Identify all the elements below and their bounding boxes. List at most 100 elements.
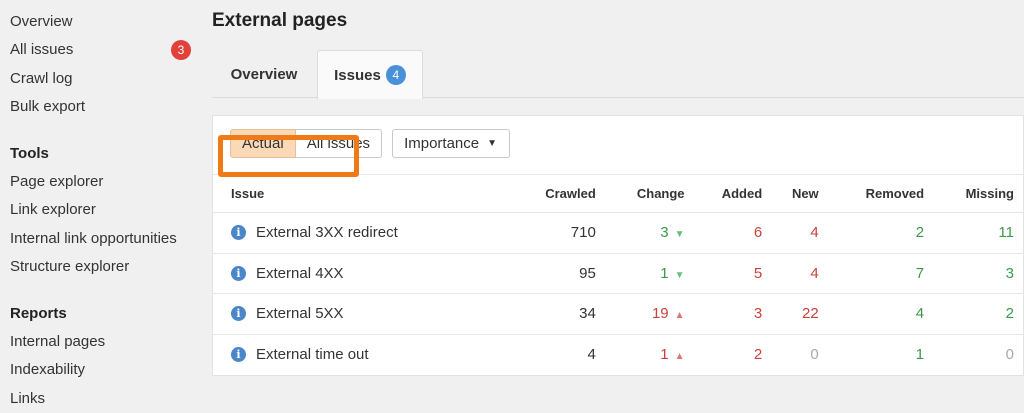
filter-actual-button[interactable]: Actual — [230, 129, 296, 158]
sidebar-item-label: Crawl log — [10, 69, 73, 87]
issue-link[interactable]: External 4XX — [256, 265, 344, 282]
sidebar-item-links[interactable]: Links — [10, 384, 205, 413]
tab-bar: Overview Issues 4 — [212, 50, 1024, 99]
removed-cell[interactable]: 4 — [828, 293, 935, 335]
change-value: 1 — [660, 346, 669, 363]
sidebar-item-label: Links — [10, 389, 46, 407]
missing-cell[interactable]: 2 — [934, 293, 1024, 335]
column-header-added[interactable]: Added — [694, 174, 773, 213]
sidebar-item-label: Indexability — [10, 361, 86, 379]
table-header-row: Issue Crawled Change Added New Removed M… — [213, 174, 1024, 213]
sidebar-heading-reports: Reports — [10, 304, 67, 322]
removed-cell[interactable]: 7 — [828, 253, 935, 294]
sidebar-heading-tools: Tools — [10, 144, 49, 162]
issues-table: Issue Crawled Change Added New Removed M… — [213, 174, 1024, 375]
missing-cell[interactable]: 3 — [934, 253, 1024, 294]
sidebar: Overview All issues 3 Crawl log Bulk exp… — [0, 0, 205, 408]
triangle-down-icon: ▼ — [674, 269, 685, 281]
sidebar-item-label: Overview — [10, 12, 73, 30]
triangle-up-icon: ▲ — [674, 351, 685, 362]
change-value: 1 — [660, 264, 669, 282]
importance-dropdown[interactable]: Importance ▼ — [392, 129, 511, 158]
issue-link[interactable]: External time out — [256, 346, 369, 363]
info-icon[interactable]: i — [231, 225, 246, 241]
added-cell[interactable]: 5 — [694, 253, 773, 294]
sidebar-reports-group: Reports Internal pages Indexability Link… — [10, 299, 205, 413]
sidebar-main-group: Overview All issues 3 Crawl log Bulk exp… — [10, 7, 205, 121]
table-row: i External 3XX redirect 710 3 ▼ 6 4 2 11 — [213, 212, 1024, 254]
tab-label: Overview — [230, 65, 298, 83]
filter-bar: Actual All issues Importance ▼ — [230, 129, 511, 158]
change-cell: 1 ▼ — [605, 253, 695, 294]
change-cell: 1 ▲ — [606, 334, 695, 375]
new-cell[interactable]: 22 — [772, 293, 829, 335]
missing-cell: 0 — [1005, 346, 1014, 363]
sidebar-item-page-explorer[interactable]: Page explorer — [10, 167, 205, 196]
crawled-cell[interactable]: 710 — [512, 212, 606, 254]
new-cell[interactable]: 4 — [772, 253, 829, 294]
column-header-missing[interactable]: Missing — [934, 174, 1024, 213]
sidebar-item-overview[interactable]: Overview — [10, 7, 205, 36]
issue-cell: i External 3XX redirect — [213, 212, 513, 254]
sidebar-item-all-issues[interactable]: All issues 3 — [10, 36, 205, 65]
issues-count-badge: 3 — [171, 39, 191, 60]
issue-cell: i External 4XX — [213, 253, 513, 294]
issue-link[interactable]: External 3XX redirect — [256, 224, 398, 241]
change-value: 3 — [660, 224, 669, 242]
column-header-crawled[interactable]: Crawled — [512, 174, 606, 213]
sidebar-item-label: All issues — [10, 41, 74, 59]
change-cell: 3 ▼ — [605, 212, 695, 254]
tab-label: Issues — [334, 66, 381, 84]
tab-overview[interactable]: Overview — [212, 50, 316, 98]
issue-cell: i External time out — [213, 334, 513, 375]
removed-cell[interactable]: 2 — [828, 212, 935, 254]
sidebar-tools-group: Tools Page explorer Link explorer Intern… — [10, 139, 205, 281]
triangle-up-icon: ▲ — [674, 310, 685, 322]
info-icon[interactable]: i — [231, 347, 246, 362]
column-header-change[interactable]: Change — [605, 174, 695, 213]
new-cell[interactable]: 4 — [772, 212, 829, 254]
added-cell[interactable]: 3 — [694, 293, 773, 335]
info-icon[interactable]: i — [231, 306, 246, 322]
sidebar-item-internal-link-opportunities[interactable]: Internal link opportunities — [10, 224, 205, 253]
issue-link[interactable]: External 5XX — [256, 305, 344, 322]
column-header-issue[interactable]: Issue — [213, 174, 513, 213]
tab-issues[interactable]: Issues 4 — [317, 50, 423, 99]
sidebar-item-label: Bulk export — [10, 98, 86, 116]
info-icon[interactable]: i — [231, 265, 246, 281]
sidebar-item-indexability[interactable]: Indexability — [10, 356, 205, 385]
added-cell[interactable]: 6 — [694, 212, 773, 254]
sidebar-item-label: Internal link opportunities — [10, 229, 177, 247]
sidebar-item-label: Link explorer — [10, 201, 96, 219]
table-row: i External 4XX 95 1 ▼ 5 4 7 3 — [213, 253, 1024, 294]
table-row: i External time out 4 1 ▲ 2 0 1 0 — [213, 334, 1024, 375]
filter-all-issues-button[interactable]: All issues — [295, 129, 383, 158]
importance-dropdown-label: Importance — [404, 135, 480, 152]
table-row: i External 5XX 34 19 ▲ 3 22 4 2 — [213, 293, 1024, 335]
issue-cell: i External 5XX — [213, 293, 513, 335]
crawled-cell[interactable]: 95 — [512, 253, 606, 294]
sidebar-item-label: Page explorer — [10, 172, 104, 190]
main-content: External pages Overview Issues 4 Actual … — [212, 0, 1024, 408]
sidebar-item-label: Structure explorer — [10, 258, 130, 276]
crawled-cell[interactable]: 34 — [512, 293, 606, 335]
added-cell[interactable]: 2 — [695, 334, 773, 375]
tab-issues-count-badge: 4 — [385, 65, 406, 85]
crawled-cell[interactable]: 4 — [513, 334, 606, 375]
column-header-new[interactable]: New — [772, 174, 829, 213]
sidebar-item-crawl-log[interactable]: Crawl log — [10, 64, 205, 93]
change-value: 19 — [651, 305, 669, 323]
triangle-down-icon: ▼ — [674, 229, 685, 241]
sidebar-item-bulk-export[interactable]: Bulk export — [10, 93, 205, 122]
page-title: External pages — [212, 10, 348, 31]
sidebar-item-structure-explorer[interactable]: Structure explorer — [10, 253, 205, 282]
missing-cell[interactable]: 11 — [934, 212, 1024, 254]
issues-panel: Actual All issues Importance ▼ Issue Cra… — [212, 115, 1024, 376]
sidebar-item-internal-pages[interactable]: Internal pages — [10, 327, 205, 356]
sidebar-item-label: Internal pages — [10, 332, 106, 350]
removed-cell[interactable]: 1 — [829, 334, 934, 375]
sidebar-item-link-explorer[interactable]: Link explorer — [10, 196, 205, 225]
caret-down-icon: ▼ — [487, 138, 498, 149]
new-cell: 0 — [810, 346, 819, 363]
column-header-removed[interactable]: Removed — [828, 174, 935, 213]
